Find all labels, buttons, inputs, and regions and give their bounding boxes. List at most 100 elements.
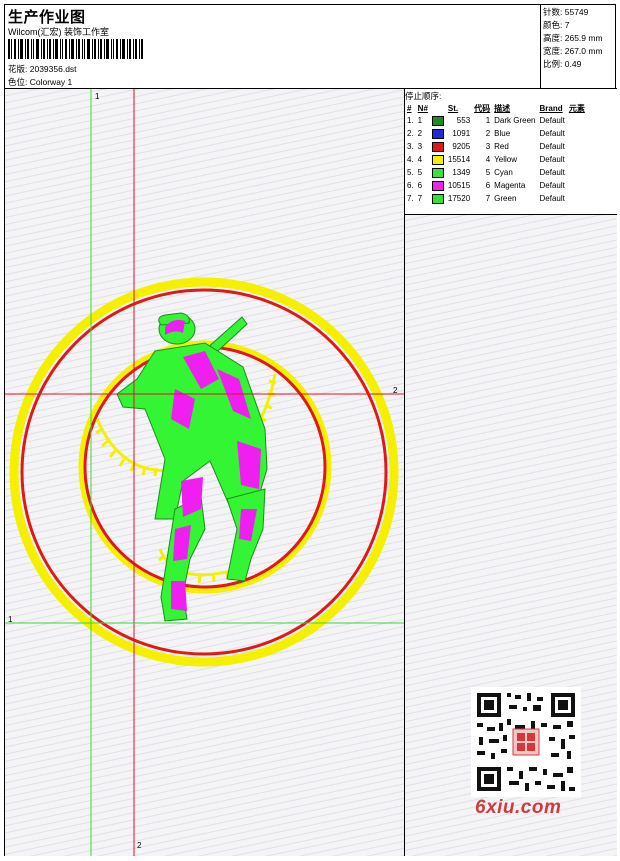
color-swatch-icon (431, 167, 444, 178)
row-code: 3 (485, 142, 491, 151)
row-element (567, 166, 587, 179)
row-brand: Default (539, 116, 565, 125)
col-header-element: 元素 (568, 103, 585, 113)
row-description: Yellow (494, 155, 517, 164)
stat-stitches: 针数: 55749 (543, 6, 588, 18)
row-number: 2 (417, 129, 423, 138)
color-swatch-icon (431, 115, 444, 126)
row-brand: Default (539, 168, 565, 177)
row-brand: Default (539, 155, 565, 164)
outer-yellow-ring (9, 277, 399, 667)
row-number: 6 (417, 181, 423, 190)
color-swatch (430, 153, 446, 166)
color-swatch (430, 166, 446, 179)
col-header-number: N# (417, 103, 428, 113)
row-element (567, 153, 587, 166)
col-header-code: 代码 (474, 103, 491, 113)
col-header-description: 描述 (494, 103, 511, 113)
watermark-text: 6xiu.com (475, 797, 562, 818)
qr-code-icon (471, 687, 581, 797)
color-swatch-icon (431, 193, 444, 204)
lower-right-panel: 6xiu.com (405, 215, 617, 856)
row-number: 5 (417, 168, 423, 177)
row-description: Magenta (494, 181, 526, 190)
col-header-stitches: St. (447, 103, 459, 113)
color-swatch-icon (431, 141, 444, 152)
color-swatch (430, 140, 446, 153)
col-header-swatch (430, 102, 446, 114)
row-stitches: 17520 (447, 194, 471, 203)
guide-label-v1: 1 (95, 92, 100, 101)
table-row: 6. 6 10515 6 Magenta Default (405, 179, 587, 192)
row-element (567, 127, 587, 140)
row-index: 7. (407, 194, 414, 203)
row-index: 3. (407, 142, 414, 151)
color-swatch-icon (431, 180, 444, 191)
guide-label-h2: 2 (393, 386, 398, 395)
stat-colors: 颜色: 7 (543, 19, 569, 31)
row-index: 6. (407, 181, 414, 190)
stat-value: 267.0 mm (564, 46, 603, 56)
barcode-icon (8, 39, 143, 59)
table-row: 4. 4 15514 4 Yellow Default (405, 153, 587, 166)
table-row: 1. 1 553 1 Dark Green Default (405, 114, 587, 127)
stat-value: 0.49 (564, 59, 582, 69)
table-row: 7. 7 17520 7 Green Default (405, 192, 587, 205)
row-code: 5 (485, 168, 491, 177)
row-number: 7 (417, 194, 423, 203)
row-stitches: 1349 (452, 168, 471, 177)
row-description: Red (494, 142, 509, 151)
stop-sequence-panel: 停止顺序: # N# St. 代码 描述 Brand 元素 1. 1 553 1 Dar… (405, 89, 617, 215)
colorway-label: 色位: (8, 77, 28, 87)
row-description: Blue (494, 129, 511, 138)
color-swatch (430, 127, 446, 140)
row-number: 4 (417, 155, 423, 164)
row-brand: Default (539, 194, 565, 203)
table-row: 3. 3 9205 3 Red Default (405, 140, 587, 153)
row-stitches: 9205 (452, 142, 471, 151)
stat-label: 颜色: (543, 20, 563, 30)
row-code: 4 (485, 155, 491, 164)
color-swatch-icon (431, 128, 444, 139)
row-element (567, 192, 587, 205)
row-element (567, 114, 587, 127)
row-index: 2. (407, 129, 414, 138)
page-subtitle: Wilcom(汇宏) 装饰工作室 (8, 27, 109, 37)
color-swatch (430, 114, 446, 127)
design-canvas[interactable]: 1 2 1 2 (5, 89, 405, 856)
row-stitches: 15514 (447, 155, 471, 164)
row-code: 7 (485, 194, 491, 203)
row-number: 1 (417, 116, 423, 125)
guide-label-h1: 1 (8, 615, 13, 624)
stat-value: 265.9 mm (564, 33, 603, 43)
row-stitches: 10515 (447, 181, 471, 190)
row-element (567, 140, 587, 153)
row-brand: Default (539, 142, 565, 151)
row-code: 6 (485, 181, 491, 190)
color-swatch (430, 192, 446, 205)
row-description: Dark Green (494, 116, 536, 125)
embroidery-preview (5, 89, 404, 856)
row-stitches: 1091 (452, 129, 471, 138)
color-swatch (430, 179, 446, 192)
stat-width: 宽度: 267.0 mm (543, 45, 603, 57)
stat-scale: 比例: 0.49 (543, 58, 581, 70)
col-header-brand: Brand (539, 103, 563, 113)
row-index: 1. (407, 116, 414, 125)
row-number: 3 (417, 142, 423, 151)
color-swatch-icon (431, 154, 444, 165)
col-header-index: # (407, 103, 412, 113)
table-row: 2. 2 1091 2 Blue Default (405, 127, 587, 140)
row-code: 2 (485, 129, 491, 138)
row-brand: Default (539, 181, 565, 190)
row-index: 4. (407, 155, 414, 164)
row-description: Green (494, 194, 517, 203)
row-brand: Default (539, 129, 565, 138)
colorway-row: 色位: Colorway 1 (8, 76, 72, 88)
stat-label: 针数: (543, 7, 563, 17)
colorway-value: Colorway 1 (29, 77, 73, 87)
stat-value: 7 (564, 20, 570, 30)
design-file-value: 2039356.dst (29, 64, 77, 74)
row-description: Cyan (494, 168, 513, 177)
header-panel: 生产作业图 Wilcom(汇宏) 装饰工作室 花版: 2039356.dst 色… (5, 5, 541, 89)
